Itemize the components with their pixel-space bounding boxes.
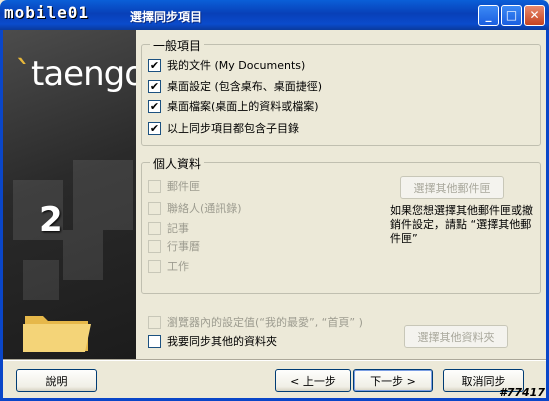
desktop-files-checkbox[interactable]: ✔ 桌面檔案(桌面上的資料或檔案) (148, 98, 319, 114)
checkbox-label: 郵件匣 (167, 180, 200, 193)
step-number: 2 (39, 200, 63, 240)
browser-favorites-checkbox[interactable]: 瀏覽器內的設定值(“我的最愛”, “首頁” ) (148, 314, 363, 330)
title-bar: mobile01 選擇同步項目 _ □ ✕ (0, 0, 549, 30)
app-logo: mobile01 (4, 3, 90, 22)
choose-mailbox-button[interactable]: 選擇其他郵件匣 (400, 176, 504, 199)
window-title: 選擇同步項目 (130, 10, 203, 24)
minimize-button[interactable]: _ (478, 5, 499, 26)
checkmark-icon: ✔ (148, 99, 161, 113)
my-documents-checkbox[interactable]: ✔ 我的文件 (My Documents) (148, 57, 305, 73)
brand-logo: `taengo (15, 54, 136, 94)
include-subfolders-checkbox[interactable]: ✔ 以上同步項目都包含子目錄 (148, 120, 299, 136)
checkbox-label: 工作 (167, 260, 189, 273)
notes-checkbox[interactable]: 記事 (148, 220, 189, 236)
help-button[interactable]: 說明 (16, 369, 97, 392)
desktop-settings-checkbox[interactable]: ✔ 桌面設定 (包含桌布、桌面捷徑) (148, 78, 322, 94)
checkmark-icon: ✔ (148, 79, 161, 93)
watermark: #77417 (499, 386, 545, 399)
checkbox-label: 記事 (167, 222, 189, 235)
calendar-checkbox[interactable]: 行事曆 (148, 238, 200, 254)
footer-separator (3, 359, 546, 361)
mailbox-note: 如果您想選擇其他郵件匣或撤銷件設定，請點 “選擇其他郵件匣” (390, 204, 533, 245)
checkmark-icon: ✔ (148, 121, 161, 135)
side-banner: `taengo 2 (3, 30, 136, 359)
folder-icon (23, 316, 91, 352)
sync-other-folders-checkbox[interactable]: 我要同步其他的資料夾 (148, 333, 277, 349)
banner-tile (23, 260, 59, 300)
mailbox-checkbox[interactable]: 郵件匣 (148, 178, 200, 194)
close-button[interactable]: ✕ (524, 5, 545, 26)
checkbox-label: 桌面設定 (包含桌布、桌面捷徑) (167, 80, 323, 93)
tasks-checkbox[interactable]: 工作 (148, 258, 189, 274)
back-button[interactable]: < 上一步 (275, 369, 351, 392)
general-group-label: 一般項目 (150, 37, 205, 54)
checkbox-label: 以上同步項目都包含子目錄 (167, 122, 299, 135)
checkbox-label: 我的文件 (My Documents) (167, 59, 306, 72)
choose-folder-button[interactable]: 選擇其他資料夾 (404, 325, 508, 348)
contacts-checkbox[interactable]: 聯絡人(通訊錄) (148, 200, 242, 216)
maximize-button[interactable]: □ (501, 5, 522, 26)
banner-tile (63, 230, 103, 280)
checkbox-label: 瀏覽器內的設定值(“我的最愛”, “首頁” ) (167, 316, 363, 329)
next-button[interactable]: 下一步 > (353, 369, 433, 392)
checkbox-label: 行事曆 (167, 240, 200, 253)
personal-group-label: 個人資料 (150, 155, 205, 172)
checkbox-label: 我要同步其他的資料夾 (167, 335, 277, 348)
checkbox-label: 桌面檔案(桌面上的資料或檔案) (167, 100, 319, 113)
checkbox-label: 聯絡人(通訊錄) (167, 202, 242, 215)
banner-tile (73, 160, 133, 230)
checkmark-icon: ✔ (148, 58, 161, 72)
